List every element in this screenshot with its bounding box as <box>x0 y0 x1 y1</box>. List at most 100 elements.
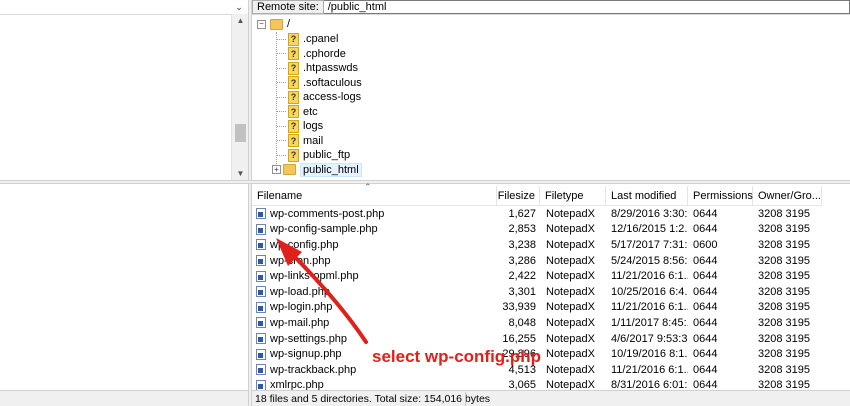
tree-item-label: mail <box>303 134 324 147</box>
php-file-icon <box>256 223 266 235</box>
php-file-icon <box>256 348 266 360</box>
table-row[interactable]: wp-config-sample.php 2,853 NotepadX 12/1… <box>252 222 822 238</box>
file-type: NotepadX <box>546 332 595 345</box>
tree-item-label: .cpanel <box>303 33 339 45</box>
file-owner: 3208 3195 <box>758 207 810 220</box>
tree-item-label: .cphorde <box>303 47 346 60</box>
tree-root[interactable]: − / <box>257 17 290 31</box>
local-directory-tree[interactable]: ⌄ ▲ ▼ <box>0 0 248 180</box>
column-header-filename[interactable]: Filename <box>252 186 497 206</box>
file-type: NotepadX <box>546 363 595 376</box>
column-header-filetype[interactable]: Filetype <box>540 186 606 206</box>
file-owner: 3208 3195 <box>758 301 810 314</box>
collapse-icon[interactable]: − <box>257 19 266 29</box>
file-modified: 1/11/2017 8:45:... <box>611 316 688 329</box>
file-modified: 4/6/2017 9:53:3... <box>611 332 688 345</box>
remote-site-bar: Remote site: /public_html <box>252 0 850 14</box>
tree-item-public-html[interactable]: + public_html <box>272 162 362 177</box>
file-permissions: 0644 <box>693 348 718 361</box>
file-owner: 3208 3195 <box>758 316 810 329</box>
ftp-client-window: ⌄ ▲ ▼ Remote site: /public_html − / ? .c… <box>0 0 850 406</box>
tree-item-access-logs[interactable]: ? access-logs <box>277 90 361 104</box>
file-name: wp-signup.php <box>270 348 342 361</box>
local-status-bar <box>0 390 248 406</box>
question-folder-icon: ? <box>288 119 299 133</box>
file-owner: 3208 3195 <box>758 238 810 251</box>
question-folder-icon: ? <box>288 61 299 75</box>
tree-item-label: .htpasswds <box>303 62 359 74</box>
file-modified: 5/17/2017 7:31:... <box>611 238 688 251</box>
local-tree-scrollbar[interactable]: ▲ ▼ <box>231 14 248 180</box>
file-type: NotepadX <box>546 270 595 283</box>
file-modified: 10/25/2016 6:4... <box>611 285 688 298</box>
column-header-last-modified[interactable]: Last modified <box>606 186 688 206</box>
tree-item-softaculous[interactable]: ? .softaculous <box>277 76 362 90</box>
table-row-wp-config[interactable]: wp-config.php 3,238 NotepadX 5/17/2017 7… <box>252 237 822 253</box>
tree-connector <box>277 53 286 54</box>
table-row[interactable]: wp-settings.php 16,255 NotepadX 4/6/2017… <box>252 331 822 347</box>
file-list-header: Filename Filesize Filetype Last modified… <box>252 186 822 206</box>
tree-item-htpasswds[interactable]: ? .htpasswds <box>277 61 358 75</box>
file-permissions: 0644 <box>693 270 718 283</box>
file-type: NotepadX <box>546 285 595 298</box>
table-row[interactable]: wp-cron.php 3,286 NotepadX 5/24/2015 8:5… <box>252 253 822 269</box>
tree-root-label: / <box>287 18 291 30</box>
file-type: NotepadX <box>546 316 595 329</box>
local-file-list[interactable] <box>0 184 248 406</box>
php-file-icon <box>256 286 266 298</box>
php-file-icon <box>256 317 266 329</box>
question-folder-icon: ? <box>288 32 299 46</box>
file-type: NotepadX <box>546 301 595 314</box>
table-row[interactable]: wp-comments-post.php 1,627 NotepadX 8/29… <box>252 206 822 222</box>
file-name: wp-config.php <box>270 238 339 251</box>
file-permissions: 0600 <box>693 238 718 251</box>
column-header-filesize[interactable]: Filesize <box>497 186 540 206</box>
question-folder-icon: ? <box>288 47 299 60</box>
chevron-down-icon[interactable]: ⌄ <box>230 0 248 14</box>
file-owner: 3208 3195 <box>758 332 810 345</box>
file-name: wp-login.php <box>270 301 333 314</box>
file-size: 2,422 <box>508 270 536 283</box>
file-name: wp-cron.php <box>270 254 331 267</box>
scroll-up-icon[interactable]: ▲ <box>232 16 249 25</box>
scroll-down-icon[interactable]: ▼ <box>232 169 249 178</box>
file-permissions: 0644 <box>693 285 718 298</box>
column-header-owner-group[interactable]: Owner/Gro... <box>753 186 822 206</box>
file-size: 3,286 <box>508 254 536 267</box>
file-size: 33,939 <box>502 301 536 314</box>
tree-item-mail[interactable]: ? mail <box>277 134 323 148</box>
file-permissions: 0644 <box>693 363 718 376</box>
tree-item-etc[interactable]: ? etc <box>277 105 318 119</box>
php-file-icon <box>256 208 266 220</box>
remote-directory-tree[interactable]: − / ? .cpanel ? .cphorde ? .htpasswds ? … <box>252 14 850 180</box>
remote-path-input[interactable]: /public_html <box>323 0 850 14</box>
file-permissions: 0644 <box>693 301 718 314</box>
remote-file-list[interactable]: ⌃ Filename Filesize Filetype Last modifi… <box>252 182 850 391</box>
tree-item-cpanel[interactable]: ? .cpanel <box>277 32 338 46</box>
scrollbar-thumb[interactable] <box>235 124 246 142</box>
file-permissions: 0644 <box>693 207 718 220</box>
column-header-permissions[interactable]: Permissions <box>688 186 753 206</box>
php-file-icon <box>256 270 266 282</box>
file-modified: 11/21/2016 6:1... <box>611 301 688 314</box>
folder-icon <box>270 18 283 30</box>
tree-item-cphorde[interactable]: ? .cphorde <box>277 47 346 61</box>
table-row[interactable]: wp-load.php 3,301 NotepadX 10/25/2016 6:… <box>252 284 822 300</box>
table-row[interactable]: wp-mail.php 8,048 NotepadX 1/11/2017 8:4… <box>252 315 822 331</box>
tree-item-public-ftp[interactable]: ? public_ftp <box>277 148 350 162</box>
table-row[interactable]: wp-links-opml.php 2,422 NotepadX 11/21/2… <box>252 268 822 284</box>
file-name: wp-config-sample.php <box>270 223 378 236</box>
tree-connector <box>277 67 286 69</box>
file-type: NotepadX <box>546 348 595 361</box>
expand-icon[interactable]: + <box>272 165 281 174</box>
tree-item-label: .softaculous <box>303 76 362 89</box>
php-file-icon <box>256 364 266 376</box>
php-file-icon <box>256 333 266 345</box>
file-size: 1,627 <box>508 207 536 220</box>
tree-item-logs[interactable]: ? logs <box>277 119 323 133</box>
file-owner: 3208 3195 <box>758 348 810 361</box>
status-separator <box>465 392 466 406</box>
table-row[interactable]: wp-login.php 33,939 NotepadX 11/21/2016 … <box>252 300 822 316</box>
tree-connector <box>277 125 286 127</box>
php-file-icon <box>256 301 266 313</box>
